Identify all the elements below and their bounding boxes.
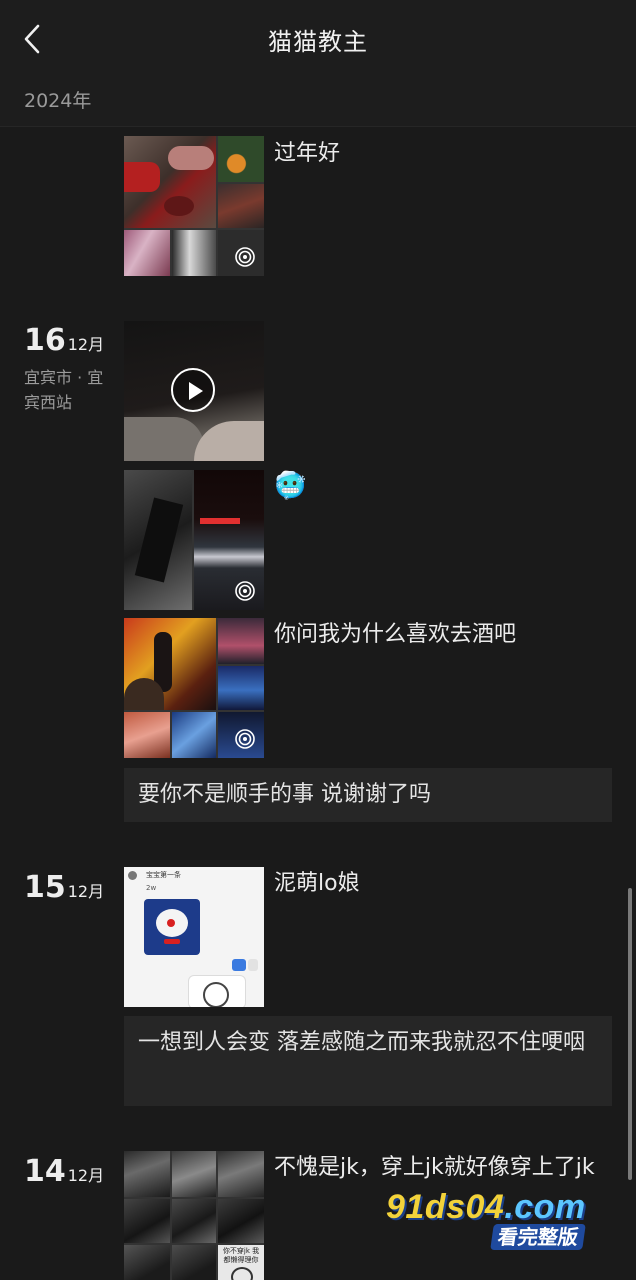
live-photo-icon — [235, 581, 255, 601]
photo-cell — [172, 1151, 216, 1197]
live-photo-icon — [235, 247, 255, 267]
post-text: 你问我为什么喜欢去酒吧 — [274, 622, 517, 647]
chevron-left-icon — [24, 24, 40, 54]
play-button[interactable] — [171, 368, 215, 412]
photo-cell — [124, 230, 170, 276]
back-button[interactable] — [18, 22, 48, 56]
post-text: 泥萌lo娘 — [274, 871, 360, 896]
video-thumbnail[interactable] — [124, 321, 264, 461]
photo-grid-thumbnail[interactable] — [124, 470, 264, 610]
moments-feed[interactable]: 过年好 16 12月 宜宾市 · 宜宾西站 🥶 你问我为什么喜欢去酒吧 要你不是… — [0, 127, 636, 1280]
photo-cell — [124, 618, 216, 710]
date-day: 14 — [24, 1154, 66, 1189]
photo-cell — [124, 1245, 170, 1280]
photo-cell — [218, 136, 264, 182]
photo-grid-thumbnail[interactable]: 你不穿jk 我都懒得理你 — [124, 1151, 264, 1280]
watermark-subtext: 看完整版 — [490, 1224, 586, 1250]
photo-cell — [172, 712, 216, 758]
page-title: 猫猫教主 — [268, 27, 368, 56]
post-location: 宜宾市 · 宜宾西站 — [24, 368, 104, 412]
year-label: 2024年 — [24, 90, 92, 112]
chat-contact-name: 宝宝第一条 — [146, 871, 181, 879]
photo-cell — [218, 618, 264, 664]
year-header: 2024年 — [0, 78, 636, 127]
date-month: 12月 — [67, 1166, 105, 1185]
photo-cell — [218, 1151, 264, 1197]
photo-cell — [194, 470, 264, 610]
photo-cell — [124, 470, 192, 610]
live-photo-icon — [235, 729, 255, 749]
post-date: 15 12月 — [24, 870, 104, 905]
watermark-brand: 91ds04 — [386, 1188, 505, 1226]
post-text: 不愧是jk，穿上jk就好像穿上了jk — [274, 1155, 595, 1180]
photo-cell — [124, 1199, 170, 1243]
watermark-logo: 91ds04.com 看完整版 — [386, 1188, 598, 1254]
photo-cell — [218, 184, 264, 228]
date-month: 12月 — [67, 335, 105, 354]
photo-cell — [218, 712, 264, 758]
date-day: 16 — [24, 323, 66, 358]
photo-cell — [172, 1199, 216, 1243]
screenshot-thumbnail[interactable]: 宝宝第一条 2w — [124, 867, 264, 1007]
post-date: 16 12月 — [24, 323, 104, 358]
date-month: 12月 — [67, 882, 105, 901]
date-day: 15 — [24, 870, 66, 905]
post-text: 要你不是顺手的事 说谢谢了吗 — [138, 782, 431, 807]
photo-cell — [172, 1245, 216, 1280]
photo-cell — [124, 1151, 170, 1197]
photo-grid-thumbnail[interactable] — [124, 136, 264, 276]
sticker-image — [144, 899, 200, 955]
post-date: 14 12月 — [24, 1154, 104, 1189]
photo-cell — [218, 1199, 264, 1243]
scrollbar[interactable] — [628, 888, 632, 1180]
photo-cell — [124, 136, 216, 228]
sticker-image — [188, 975, 246, 1007]
post-emoji: 🥶 — [274, 471, 307, 501]
post-text: 过年好 — [274, 141, 341, 166]
photo-cell: 你不穿jk 我都懒得理你 — [218, 1245, 264, 1280]
post-text: 一想到人会变 落差感随之而来我就忍不住哽咽 — [138, 1030, 585, 1055]
photo-cell — [218, 666, 264, 710]
photo-grid-thumbnail[interactable] — [124, 618, 264, 758]
watermark-text: 91ds04.com — [386, 1188, 586, 1227]
text-post-card[interactable]: 要你不是顺手的事 说谢谢了吗 — [124, 768, 612, 822]
photo-cell — [218, 230, 264, 276]
image-caption: 你不穿jk 我都懒得理你 — [222, 1247, 260, 1264]
nav-bar: 猫猫教主 — [0, 0, 636, 78]
text-post-card[interactable]: 一想到人会变 落差感随之而来我就忍不住哽咽 — [124, 1016, 612, 1106]
chat-count: 2w — [146, 884, 157, 892]
photo-cell — [124, 712, 170, 758]
watermark-domain: .com — [504, 1188, 586, 1226]
photo-cell — [172, 230, 216, 276]
